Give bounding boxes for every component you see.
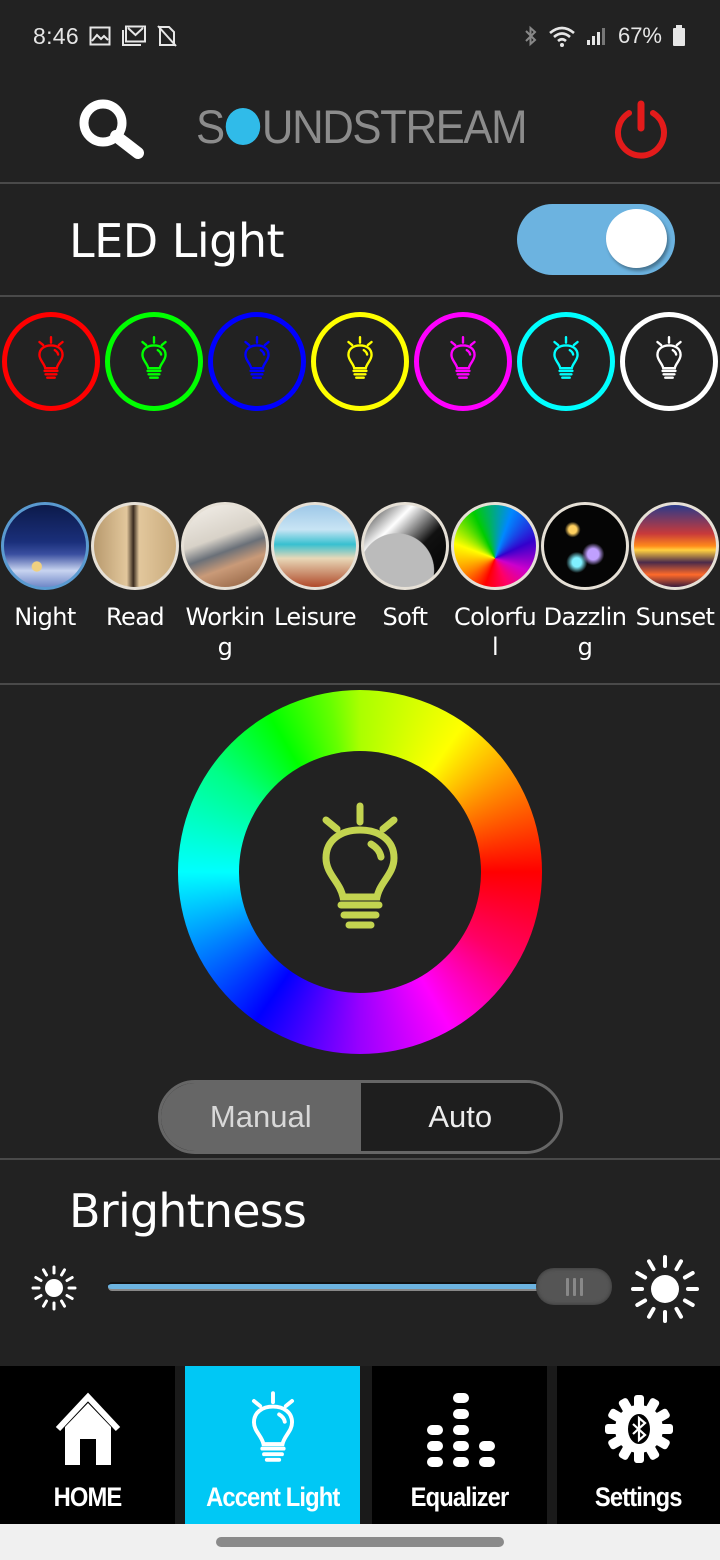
scene-read[interactable]: Read bbox=[90, 502, 180, 632]
scene-presets: Night Read Working Leisure Soft Colorful Dazzl… bbox=[0, 502, 720, 672]
scene-working[interactable]: Working bbox=[180, 502, 270, 662]
divider bbox=[0, 295, 720, 297]
nav-label: HOME bbox=[53, 1482, 123, 1512]
scene-label: Read bbox=[106, 603, 165, 631]
battery-icon bbox=[672, 25, 686, 47]
light-bulb-icon bbox=[310, 800, 410, 945]
nav-label: Equalizer bbox=[410, 1482, 510, 1512]
light-bulb-icon bbox=[446, 334, 480, 389]
nav-settings[interactable]: Settings bbox=[557, 1366, 720, 1524]
scene-thumbnail[interactable] bbox=[451, 502, 539, 590]
scene-soft[interactable]: Soft bbox=[360, 502, 450, 632]
scene-label: Working bbox=[185, 603, 265, 661]
gmail-icon bbox=[121, 25, 147, 47]
scene-night[interactable]: Night bbox=[0, 502, 90, 632]
scene-leisure[interactable]: Leisure bbox=[270, 502, 360, 632]
color-swatch-magenta[interactable] bbox=[414, 312, 512, 411]
light-bulb-icon bbox=[245, 1384, 301, 1474]
scene-thumbnail[interactable] bbox=[1, 502, 89, 590]
nav-label: Accent Light bbox=[205, 1482, 340, 1512]
scene-thumbnail[interactable] bbox=[541, 502, 629, 590]
light-bulb-icon bbox=[240, 334, 274, 389]
led-light-row: LED Light bbox=[0, 184, 720, 295]
brightness-slider[interactable] bbox=[108, 1268, 612, 1308]
brightness-title: Brightness bbox=[69, 1184, 307, 1238]
scene-thumbnail[interactable] bbox=[631, 502, 719, 590]
color-swatch-green[interactable] bbox=[105, 312, 203, 411]
color-swatch-yellow[interactable] bbox=[311, 312, 409, 411]
brand-logo: S UNDSTREAM bbox=[196, 98, 528, 154]
scene-sunset[interactable]: Sunset bbox=[630, 502, 720, 632]
divider bbox=[0, 683, 720, 685]
led-light-title: LED Light bbox=[69, 214, 285, 268]
scene-thumbnail[interactable] bbox=[91, 502, 179, 590]
color-swatch-blue[interactable] bbox=[208, 312, 306, 411]
search-icon bbox=[78, 99, 148, 164]
wifi-icon bbox=[548, 25, 576, 47]
toggle-knob bbox=[606, 209, 667, 268]
brand-prefix: S bbox=[196, 99, 225, 153]
mode-selector: Manual Auto bbox=[158, 1080, 563, 1154]
nav-accent-light[interactable]: Accent Light bbox=[185, 1366, 360, 1524]
scene-label: Colorful bbox=[453, 603, 537, 661]
bluetooth-gear-icon bbox=[604, 1384, 674, 1474]
light-bulb-icon bbox=[137, 334, 171, 389]
light-bulb-icon bbox=[34, 334, 68, 389]
app-header: S UNDSTREAM bbox=[0, 72, 720, 182]
search-button[interactable] bbox=[78, 98, 148, 160]
nav-equalizer[interactable]: Equalizer bbox=[372, 1366, 547, 1524]
sun-small-icon bbox=[30, 1264, 78, 1312]
equalizer-icon bbox=[425, 1384, 495, 1474]
divider bbox=[0, 1158, 720, 1160]
mode-auto-button[interactable]: Auto bbox=[360, 1083, 560, 1151]
power-button[interactable] bbox=[610, 100, 672, 162]
nav-label: Settings bbox=[595, 1482, 683, 1512]
scene-label: Leisure bbox=[273, 603, 357, 631]
color-swatch-red[interactable] bbox=[2, 312, 100, 411]
brand-dot bbox=[225, 107, 261, 145]
scene-label: Soft bbox=[382, 603, 429, 631]
bottom-nav: HOME Accent Light Equalizer Settings bbox=[0, 1366, 720, 1524]
scene-label: Sunset bbox=[635, 603, 715, 631]
color-wheel[interactable] bbox=[178, 690, 542, 1054]
color-swatch-white[interactable] bbox=[620, 312, 718, 411]
sun-large-icon bbox=[628, 1252, 702, 1326]
battery-percent: 67% bbox=[617, 23, 662, 48]
color-swatches bbox=[0, 312, 720, 416]
status-bar: 8:46 67% bbox=[0, 0, 720, 72]
light-bulb-icon bbox=[343, 334, 377, 389]
brand-suffix: UNDSTREAM bbox=[261, 99, 528, 153]
home-icon bbox=[53, 1384, 123, 1474]
scene-thumbnail[interactable] bbox=[271, 502, 359, 590]
no-sim-icon bbox=[157, 25, 177, 47]
scene-thumbnail[interactable] bbox=[181, 502, 269, 590]
led-light-toggle[interactable] bbox=[517, 204, 675, 275]
gallery-icon bbox=[89, 26, 111, 46]
status-left: 8:46 bbox=[33, 23, 177, 50]
light-bulb-icon bbox=[549, 334, 583, 389]
mode-manual-button[interactable]: Manual bbox=[161, 1083, 361, 1151]
scene-label: Night bbox=[14, 603, 76, 631]
power-icon bbox=[610, 100, 672, 166]
gesture-area bbox=[0, 1524, 720, 1560]
color-preview bbox=[239, 751, 481, 993]
status-right: 67% bbox=[524, 23, 686, 49]
scene-thumbnail[interactable] bbox=[361, 502, 449, 590]
nav-home[interactable]: HOME bbox=[0, 1366, 175, 1524]
slider-thumb[interactable] bbox=[536, 1268, 612, 1305]
color-swatch-cyan[interactable] bbox=[517, 312, 615, 411]
light-bulb-icon bbox=[652, 334, 686, 389]
scene-colorful[interactable]: Colorful bbox=[450, 502, 540, 662]
scene-dazzling[interactable]: Dazzling bbox=[540, 502, 630, 662]
signal-icon bbox=[586, 26, 608, 46]
scene-label: Dazzling bbox=[543, 603, 627, 661]
slider-track[interactable] bbox=[108, 1282, 548, 1291]
status-time: 8:46 bbox=[33, 22, 79, 49]
bluetooth-icon bbox=[524, 25, 538, 47]
home-gesture-bar[interactable] bbox=[216, 1537, 504, 1547]
